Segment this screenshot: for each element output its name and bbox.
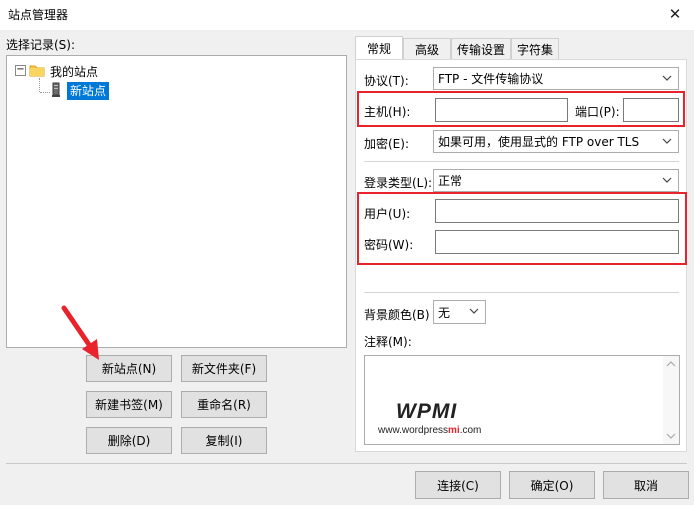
tab-transfer-settings[interactable]: 传输设置 [451, 38, 511, 60]
chevron-down-icon [662, 138, 672, 144]
chevron-down-icon [662, 75, 672, 81]
protocol-label: 协议(T): [364, 74, 409, 88]
encryption-label: 加密(E): [364, 137, 409, 151]
rename-button[interactable]: 重命名(R) [181, 391, 267, 418]
watermark-url: www.wordpressmi.com [378, 425, 482, 436]
host-input[interactable] [435, 98, 568, 122]
wpmi-logo: WPMI [396, 400, 458, 423]
password-input[interactable] [435, 230, 679, 254]
bgcolor-label: 背景颜色(B) [364, 308, 430, 322]
bgcolor-value: 无 [438, 305, 451, 320]
delete-button[interactable]: 删除(D) [86, 427, 172, 454]
user-label: 用户(U): [364, 207, 411, 221]
new-folder-button[interactable]: 新文件夹(F) [181, 355, 267, 382]
new-bookmark-button[interactable]: 新建书签(M) [86, 391, 172, 418]
logon-type-label: 登录类型(L): [364, 176, 433, 190]
logon-type-select[interactable]: 正常 [433, 169, 679, 192]
chevron-down-icon [469, 308, 479, 314]
scroll-down-icon[interactable] [666, 432, 676, 440]
select-entry-label: 选择记录(S): [6, 38, 76, 52]
ok-button[interactable]: 确定(O) [509, 471, 595, 499]
server-icon [52, 82, 60, 97]
logon-type-value: 正常 [438, 174, 463, 188]
protocol-value: FTP - 文件传输协议 [438, 72, 544, 86]
tree-item-new-site[interactable]: 新站点 [67, 82, 110, 100]
footer-divider [6, 463, 687, 464]
port-input[interactable] [623, 98, 679, 122]
chevron-down-icon [662, 177, 672, 183]
comment-scrollbar[interactable] [663, 356, 679, 444]
tab-charset[interactable]: 字符集 [511, 38, 559, 60]
collapse-toggle-icon[interactable]: − [15, 65, 26, 76]
user-input[interactable] [435, 199, 679, 223]
encryption-value: 如果可用，使用显式的 FTP over TLS [438, 135, 640, 149]
password-label: 密码(W): [364, 238, 414, 252]
cancel-button[interactable]: 取消 [603, 471, 689, 499]
annotation-arrow-icon [61, 305, 99, 360]
tree-connector [39, 78, 40, 92]
comment-label: 注释(M): [364, 335, 412, 349]
section-divider [364, 292, 679, 293]
encryption-select[interactable]: 如果可用，使用显式的 FTP over TLS [433, 130, 679, 153]
tree-root-label[interactable]: 我的站点 [50, 63, 98, 80]
scroll-up-icon[interactable] [666, 360, 676, 368]
bgcolor-select[interactable]: 无 [433, 300, 486, 324]
section-divider [364, 161, 679, 162]
tab-advanced[interactable]: 高级 [403, 38, 451, 60]
protocol-select[interactable]: FTP - 文件传输协议 [433, 67, 679, 90]
title-bar [0, 0, 694, 30]
close-icon[interactable]: ✕ [664, 4, 686, 24]
copy-button[interactable]: 复制(I) [181, 427, 267, 454]
tree-connector [40, 92, 50, 93]
host-label: 主机(H): [364, 105, 411, 119]
window-title: 站点管理器 [8, 8, 69, 22]
folder-icon [29, 65, 45, 77]
port-label: 端口(P): [575, 105, 620, 119]
tab-general[interactable]: 常规 [355, 36, 403, 60]
connect-button[interactable]: 连接(C) [415, 471, 501, 499]
